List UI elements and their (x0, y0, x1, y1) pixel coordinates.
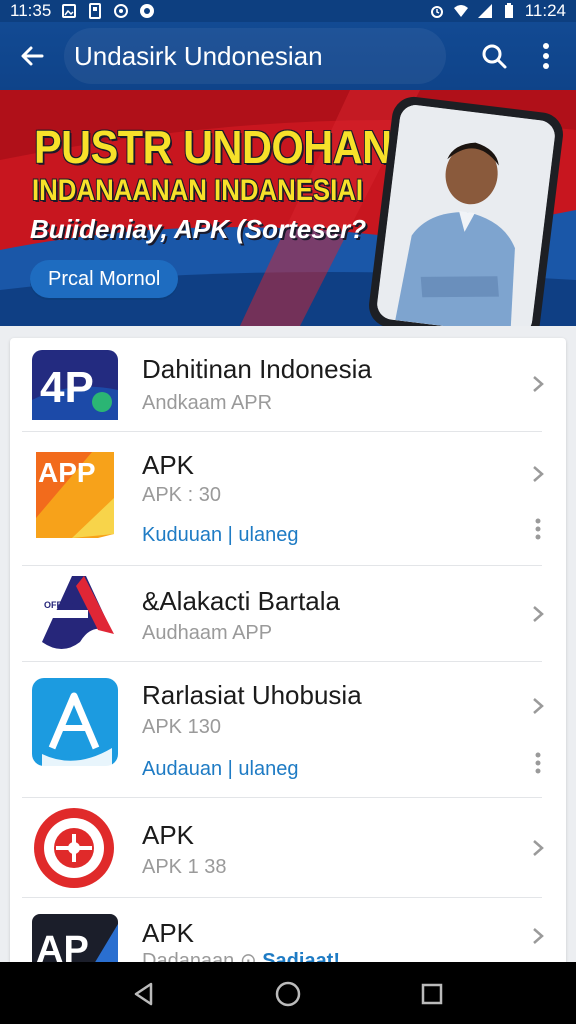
search-button[interactable] (470, 32, 518, 80)
app-logo-a-icon: * (32, 678, 118, 768)
list-item[interactable]: APK APK 1 38 (22, 798, 544, 898)
battery-icon (504, 3, 513, 18)
more-vert-icon[interactable] (532, 518, 544, 540)
app-logo-compass-icon (34, 808, 114, 888)
chevron-right-icon (533, 840, 544, 856)
app-subtitle: Audhaam APP (142, 622, 273, 644)
phone-mockup-image (366, 94, 566, 326)
app-icon (32, 806, 118, 892)
app-logo-4p-icon: 4P (32, 350, 118, 420)
app-icon: * (32, 678, 118, 768)
app-icon: 4P (32, 350, 118, 436)
status-time: 11:35 (10, 1, 52, 20)
status-bar: 11:35 11:24 (0, 0, 576, 22)
svg-text:APP: APP (38, 457, 96, 488)
app-subtitle: APK 130 (142, 716, 221, 738)
more-vert-icon (543, 43, 549, 69)
list-item[interactable]: * Rarlasiat Uhobusia APK 130 Audauan | u… (22, 662, 544, 798)
nav-recents-button[interactable] (412, 974, 452, 1014)
list-item[interactable]: 4P Dahitinan Indonesia Andkaam APR (22, 338, 544, 432)
app-name: APK (142, 918, 195, 948)
gallery-notification-icon (62, 4, 77, 18)
svg-text:*: * (64, 751, 71, 768)
system-nav-bar (0, 962, 576, 1024)
app-subtitle: APK 1 38 (142, 856, 227, 878)
square-recents-icon (421, 983, 443, 1005)
app-name: APK (142, 820, 195, 850)
svg-text:OFFITAT: OFFITAT (44, 600, 81, 610)
dot-notification-icon (140, 4, 155, 18)
overflow-menu-button[interactable] (524, 32, 568, 80)
app-icon: OFFITAT (32, 572, 118, 658)
back-button[interactable] (0, 22, 64, 90)
triangle-back-icon (134, 982, 153, 1006)
app-logo-map-icon: OFFITAT (42, 576, 114, 649)
svg-text:4P: 4P (40, 363, 94, 412)
chevron-right-icon (533, 928, 544, 944)
app-action-link[interactable]: Audauan | ulaneg (142, 758, 298, 781)
sync-notification-icon (114, 4, 129, 18)
circle-home-icon (275, 981, 301, 1007)
more-vert-icon[interactable] (532, 752, 544, 774)
nav-home-button[interactable] (268, 974, 308, 1014)
person-photo (375, 103, 557, 326)
chevron-right-icon (533, 698, 544, 714)
alarm-icon (430, 6, 443, 18)
promo-banner[interactable]: PUSTR UNDOHAN INDANAANAN INDANESIAI Buii… (0, 90, 576, 326)
app-name: Dahitinan Indonesia (142, 354, 372, 384)
sim-notification-icon (89, 3, 102, 19)
app-subtitle: Andkaam APR (142, 392, 273, 414)
app-logo-app-icon: APP (36, 452, 114, 538)
chevron-right-icon (533, 466, 544, 482)
wifi-icon (453, 5, 468, 17)
app-action-link[interactable]: Kuduuan | ulaneg (142, 524, 298, 547)
search-icon (482, 44, 507, 69)
app-name: &Alakacti Bartala (142, 586, 340, 616)
app-list: 4P Dahitinan Indonesia Andkaam APR APP A… (10, 338, 566, 978)
back-arrow-icon (21, 46, 44, 66)
app-subtitle: APK : 30 (142, 484, 221, 506)
app-bar-title: Undasirk Undonesian (74, 40, 323, 71)
banner-tagline: Buiideniay, APK (Sorteser? (30, 214, 367, 244)
app-name: Rarlasiat Uhobusia (142, 680, 362, 710)
list-item[interactable]: APP APK APK : 30 Kuduuan | ulaneg (22, 432, 544, 566)
banner-headline: PUSTR UNDOHAN (34, 121, 392, 173)
app-name: APK (142, 450, 195, 480)
page-title: Undasirk Undonesian (64, 28, 446, 84)
signal-icon (477, 4, 492, 18)
chevron-right-icon (533, 606, 544, 622)
banner-subheadline: INDANAANAN INDANESIAI (32, 174, 364, 207)
app-icon: APP (32, 448, 118, 538)
status-time-right: 11:24 (524, 1, 566, 20)
chevron-right-icon (533, 376, 544, 392)
banner-cta-button[interactable]: Prcal Mornol (30, 260, 179, 298)
list-item[interactable]: OFFITAT &Alakacti Bartala Audhaam APP (22, 566, 544, 662)
nav-back-button[interactable] (124, 974, 164, 1014)
app-bar: Undasirk Undonesian (0, 22, 576, 90)
